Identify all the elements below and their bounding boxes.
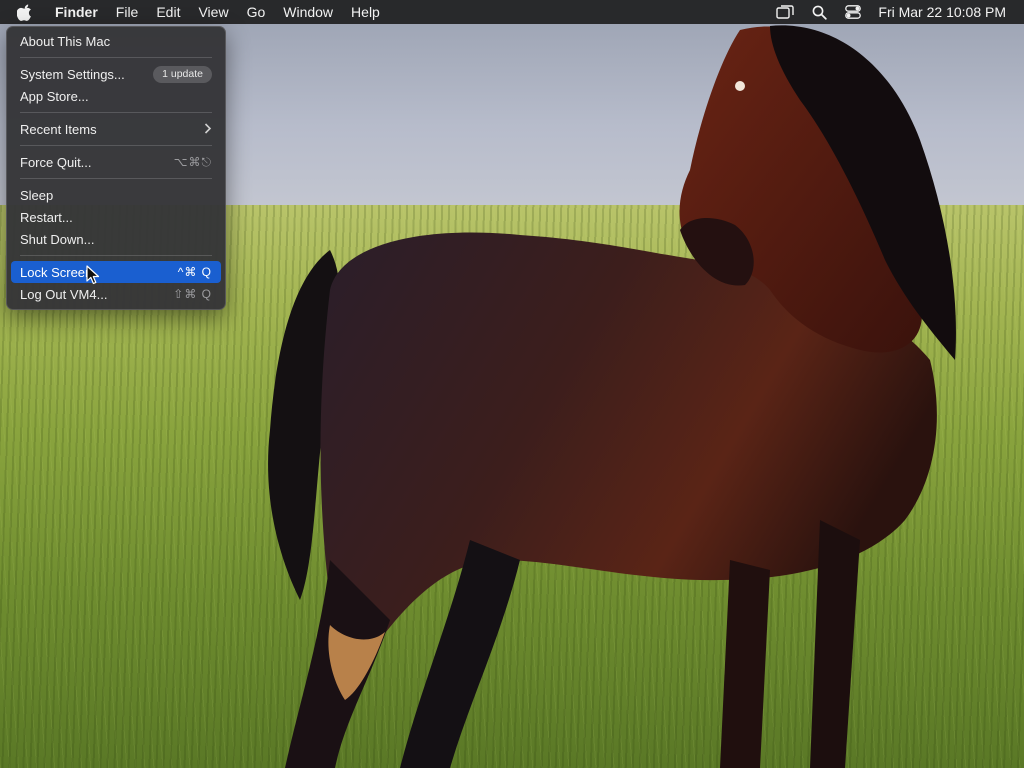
apple-menu-dropdown: About This Mac System Settings... 1 upda… [6, 26, 226, 310]
menu-item-label: Restart... [20, 209, 73, 225]
menu-edit[interactable]: Edit [147, 0, 189, 24]
menu-bar-clock[interactable]: Fri Mar 22 10:08 PM [870, 0, 1024, 24]
menu-item-label: Shut Down... [20, 231, 95, 247]
menu-file[interactable]: File [107, 0, 148, 24]
menu-item-label: Force Quit... [20, 154, 92, 170]
menu-help[interactable]: Help [342, 0, 389, 24]
menu-separator [20, 145, 212, 146]
menu-item-restart[interactable]: Restart... [11, 206, 221, 228]
menu-bar-left: Finder File Edit View Go Window Help [0, 0, 389, 24]
menu-item-label: About This Mac [20, 33, 111, 49]
menu-bar-right: Fri Mar 22 10:08 PM [768, 0, 1024, 24]
menu-window[interactable]: Window [274, 0, 342, 24]
log-out-shortcut: ⇧⌘ Q [173, 287, 212, 301]
menu-separator [20, 255, 212, 256]
menu-separator [20, 57, 212, 58]
chevron-right-icon [204, 122, 212, 137]
menu-item-force-quit[interactable]: Force Quit... ⌥⌘⎋ [11, 151, 221, 173]
menu-bar: Finder File Edit View Go Window Help Fri… [0, 0, 1024, 24]
screen-mirroring-icon[interactable] [768, 0, 802, 24]
menu-separator [20, 112, 212, 113]
menu-view[interactable]: View [189, 0, 237, 24]
menu-item-system-settings[interactable]: System Settings... 1 update [11, 63, 221, 85]
menu-item-about-this-mac[interactable]: About This Mac [11, 30, 221, 52]
lock-screen-shortcut: ^⌘ Q [177, 265, 212, 279]
menu-item-lock-screen[interactable]: Lock Screen ^⌘ Q [11, 261, 221, 283]
menu-item-label: App Store... [20, 88, 89, 104]
menu-item-shut-down[interactable]: Shut Down... [11, 228, 221, 250]
menu-item-app-store[interactable]: App Store... [11, 85, 221, 107]
menu-item-label: Lock Screen [20, 264, 93, 280]
menu-item-log-out[interactable]: Log Out VM4... ⇧⌘ Q [11, 283, 221, 305]
apple-menu-button[interactable] [0, 0, 46, 24]
update-badge: 1 update [153, 65, 212, 83]
spotlight-search-icon[interactable] [802, 0, 836, 24]
control-center-icon[interactable] [836, 0, 870, 24]
menu-item-sleep[interactable]: Sleep [11, 184, 221, 206]
menu-item-label: Recent Items [20, 121, 97, 137]
menu-item-label: Log Out VM4... [20, 286, 108, 302]
menu-separator [20, 178, 212, 179]
menu-finder[interactable]: Finder [46, 0, 107, 24]
menu-go[interactable]: Go [238, 0, 275, 24]
apple-logo-icon [17, 4, 31, 21]
menu-item-label: Sleep [20, 187, 54, 203]
menu-item-label: System Settings... [20, 66, 125, 82]
menu-item-recent-items[interactable]: Recent Items [11, 118, 221, 140]
force-quit-shortcut: ⌥⌘⎋ [173, 154, 212, 169]
mouse-pointer-icon [86, 265, 100, 285]
